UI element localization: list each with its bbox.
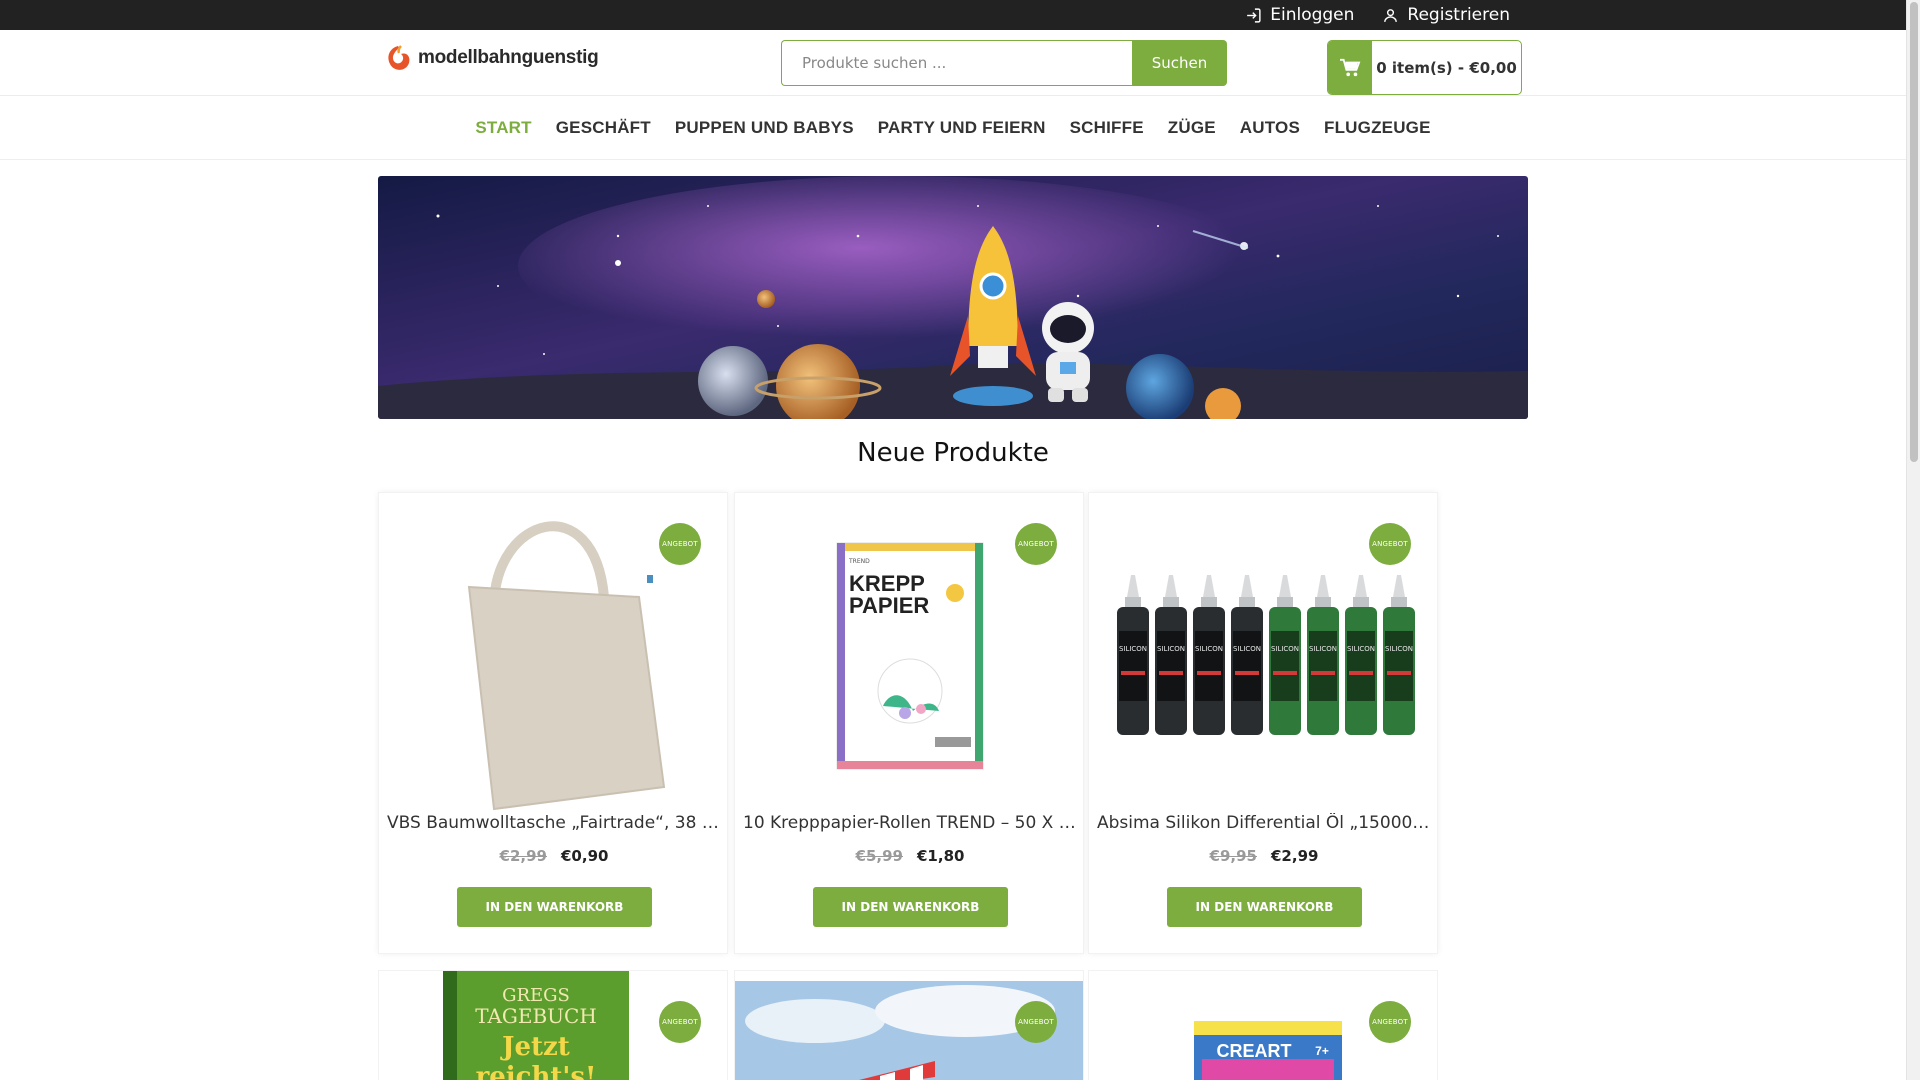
sale-badge: ANGEBOT [1369, 523, 1411, 565]
user-icon [1384, 8, 1398, 22]
oil-bottle: SILICON [1193, 575, 1225, 735]
logo[interactable]: modellbahnguenstig [384, 42, 599, 74]
book-title-2: TAGEBUCH [475, 1004, 597, 1028]
nav-item-puppen-und-babys[interactable]: PUPPEN UND BABYS [675, 118, 854, 138]
product-card[interactable]: CREART 7+ ANGEBOT [1088, 970, 1438, 1080]
nav-item-geschaeft[interactable]: GESCHÄFT [556, 118, 651, 138]
add-to-cart-button[interactable]: IN DEN WARENKORB [1167, 887, 1362, 927]
login-link[interactable]: Einloggen [1245, 5, 1354, 25]
logo-text: modellbahnguenstig [418, 47, 599, 68]
main-nav: START GESCHÄFT PUPPEN UND BABYS PARTY UN… [0, 96, 1906, 160]
sale-badge: ANGEBOT [1015, 1001, 1057, 1043]
svg-text:SILICON: SILICON [1157, 645, 1185, 653]
nav-item-autos[interactable]: AUTOS [1240, 118, 1300, 138]
crepe-title-2: PAPIER [849, 593, 929, 618]
add-to-cart-button[interactable]: IN DEN WARENKORB [457, 887, 652, 927]
cart-label: 0 item(s) - €0,00 [1376, 58, 1517, 77]
sale-badge: ANGEBOT [1015, 523, 1057, 565]
top-bar: Einloggen Registrieren [0, 0, 1906, 30]
scrollbar-thumb[interactable] [1910, 2, 1918, 462]
product-card[interactable]: TREND KREPP PAPIER ANGEBOT 10 Krepppapie… [734, 492, 1084, 954]
add-to-cart-button[interactable]: IN DEN WARENKORB [813, 887, 1008, 927]
nav-item-party-und-feiern[interactable]: PARTY UND FEIERN [878, 118, 1046, 138]
page-scrollbar[interactable] [1906, 0, 1920, 1080]
svg-text:SILICON: SILICON [1309, 645, 1337, 653]
creart-kit-image: CREART 7+ [1194, 1021, 1342, 1080]
hero-banner[interactable] [378, 176, 1528, 419]
sale-badge: ANGEBOT [1369, 1001, 1411, 1043]
account-links: Einloggen Registrieren [1245, 0, 1510, 30]
old-price: €2,99 [499, 847, 547, 865]
sale-badge: ANGEBOT [659, 523, 701, 565]
login-icon [1247, 7, 1261, 23]
sale-badge: ANGEBOT [659, 1001, 701, 1043]
product-name[interactable]: Absima Silikon Differential Öl „150000C.… [1097, 813, 1433, 833]
svg-text:SILICON: SILICON [1119, 645, 1147, 653]
logo-icon [388, 45, 410, 70]
old-price: €5,99 [855, 847, 903, 865]
svg-text:SILICON: SILICON [1385, 645, 1413, 653]
product-name[interactable]: 10 Krepppapier-Rollen TREND – 50 X 20... [743, 813, 1079, 833]
nav-item-flugzeuge[interactable]: FLUGZEUGE [1324, 118, 1431, 138]
svg-text:SILICON: SILICON [1233, 645, 1261, 653]
brand-text: TREND [848, 558, 870, 565]
product-price: €2,99 €0,90 [379, 847, 729, 865]
svg-text:SILICON: SILICON [1195, 645, 1223, 653]
oil-bottle: SILICON [1155, 575, 1187, 735]
nav-item-start[interactable]: START [475, 118, 531, 138]
product-card[interactable]: ANGEBOT VBS Baumwolltasche „Fairtrade“, … [378, 492, 728, 954]
oil-bottle: SILICON [1117, 575, 1149, 735]
product-card[interactable]: GREGS TAGEBUCH Jetzt reicht's! ANGEBOT [378, 970, 728, 1080]
oil-bottle: SILICON [1307, 575, 1339, 735]
oil-bottle: SILICON [1345, 575, 1377, 735]
register-link[interactable]: Registrieren [1382, 5, 1510, 25]
nav-item-zuege[interactable]: ZÜGE [1168, 118, 1216, 138]
svg-text:SILICON: SILICON [1347, 645, 1375, 653]
svg-text:SILICON: SILICON [1271, 645, 1299, 653]
silicone-oil-bottles-image: SILICON SILICON SILICON SILICON SILICON SILIC… [1117, 575, 1415, 735]
product-name[interactable]: VBS Baumwolltasche „Fairtrade“, 38 X 4..… [387, 813, 723, 833]
sale-price: €1,80 [917, 847, 965, 865]
search-button[interactable]: Suchen [1132, 40, 1227, 86]
sale-price: €0,90 [561, 847, 609, 865]
crepe-paper-image: TREND KREPP PAPIER [836, 542, 984, 770]
header: modellbahnguenstig Suchen 0 item(s) - €0… [0, 30, 1906, 96]
login-label: Einloggen [1270, 5, 1355, 25]
search-form: Suchen [781, 40, 1227, 86]
book-title-1: GREGS [502, 985, 570, 1006]
product-card[interactable]: SILICON SILICON SILICON SILICON SILICON SILIC… [1088, 492, 1438, 954]
oil-bottle: SILICON [1231, 575, 1263, 735]
age-label: 7+ [1315, 1044, 1329, 1058]
cart-icon-box [1328, 41, 1372, 94]
oil-bottle: SILICON [1383, 575, 1415, 735]
book-title-3: Jetzt [500, 1032, 570, 1062]
product-price: €5,99 €1,80 [735, 847, 1085, 865]
register-label: Registrieren [1407, 5, 1510, 25]
book-title-4: reicht's! [476, 1062, 597, 1080]
product-price: €9,95 €2,99 [1089, 847, 1439, 865]
nav-item-schiffe[interactable]: SCHIFFE [1070, 118, 1144, 138]
shopping-cart-icon [1340, 58, 1361, 76]
product-card[interactable]: ANGEBOT [734, 970, 1084, 1080]
old-price: €9,95 [1209, 847, 1257, 865]
tote-bag-image [467, 521, 666, 811]
cart-button[interactable]: 0 item(s) - €0,00 [1327, 40, 1522, 95]
section-title: Neue Produkte [857, 438, 1049, 468]
creart-title: CREART [1217, 1041, 1292, 1061]
oil-bottle: SILICON [1269, 575, 1301, 735]
space-banner-image [378, 176, 1528, 419]
gregs-tagebuch-image: GREGS TAGEBUCH Jetzt reicht's! [443, 971, 629, 1080]
sale-price: €2,99 [1271, 847, 1319, 865]
search-input[interactable] [781, 40, 1132, 86]
